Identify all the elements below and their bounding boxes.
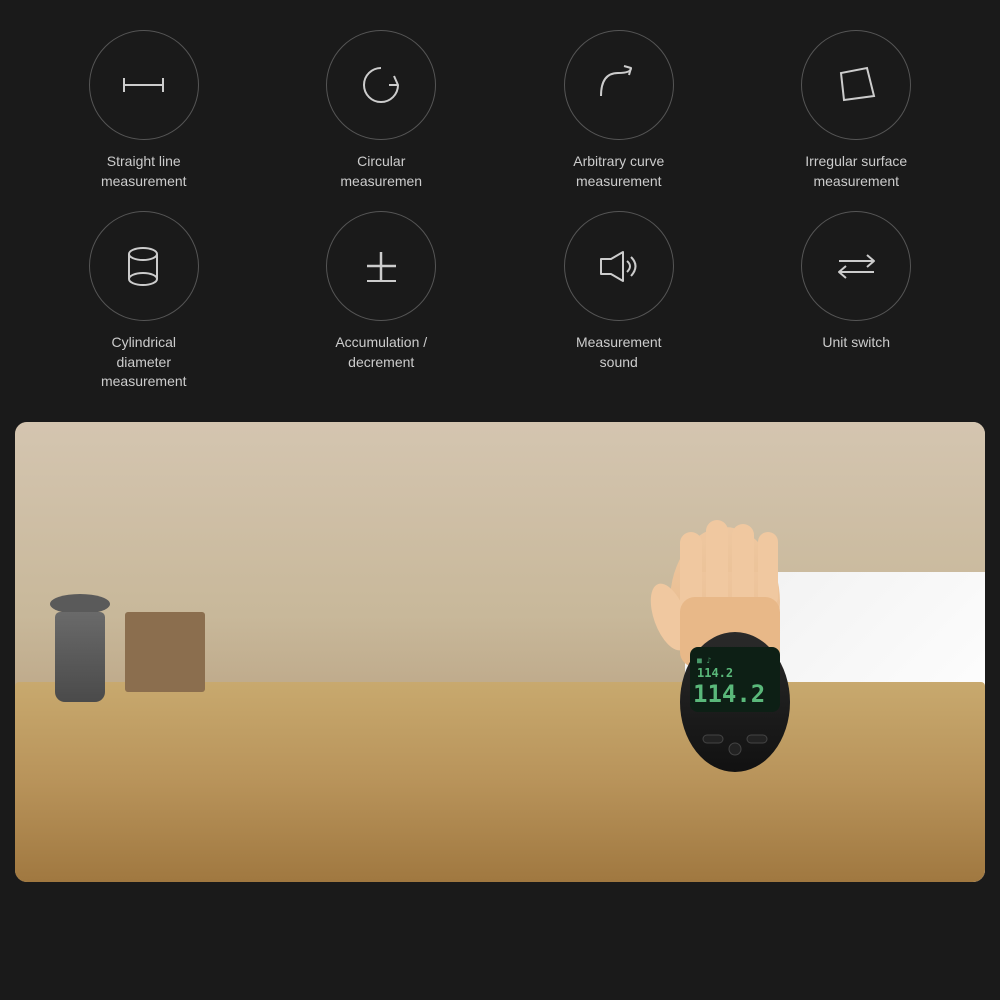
circular-icon: [354, 58, 409, 113]
svg-text:■ ♪: ■ ♪: [697, 656, 712, 665]
feature-unit-switch: Unit switch: [743, 211, 971, 392]
feature-irregular-surface: Irregular surfacemeasurement: [743, 30, 971, 191]
device-photo: ■ ♪ 114.2 114.2: [15, 422, 985, 882]
box-decoration: [125, 612, 205, 692]
vase-top: [50, 594, 110, 614]
measurement-sound-icon-circle: [564, 211, 674, 321]
features-row-1: Straight linemeasurement Circularmeasure…: [20, 30, 980, 191]
unit-switch-icon: [829, 239, 884, 294]
measurement-sound-label: Measurementsound: [576, 333, 662, 372]
irregular-surface-icon: [829, 58, 884, 113]
screen-value-small: 114.2: [697, 666, 733, 680]
feature-straight-line: Straight linemeasurement: [30, 30, 258, 191]
irregular-surface-icon-circle: [801, 30, 911, 140]
vase-body: [55, 612, 105, 702]
cylindrical-label: Cylindricaldiametermeasurement: [101, 333, 187, 392]
cylindrical-icon-circle: [89, 211, 199, 321]
measurement-sound-icon: [591, 239, 646, 294]
accumulation-icon: [354, 239, 409, 294]
arbitrary-curve-label: Arbitrary curvemeasurement: [573, 152, 664, 191]
feature-accumulation: Accumulation /decrement: [268, 211, 496, 392]
straight-line-icon-circle: [89, 30, 199, 140]
hand-device-svg: ■ ♪ 114.2 114.2: [525, 442, 905, 822]
feature-arbitrary-curve: Arbitrary curvemeasurement: [505, 30, 733, 191]
unit-switch-label: Unit switch: [822, 333, 890, 353]
top-section: Straight linemeasurement Circularmeasure…: [0, 0, 1000, 412]
accumulation-label: Accumulation /decrement: [335, 333, 427, 372]
circular-icon-circle: [326, 30, 436, 140]
screen-value-large: 114.2: [693, 680, 765, 708]
accumulation-icon-circle: [326, 211, 436, 321]
circular-label: Circularmeasuremen: [340, 152, 422, 191]
vase-decoration: [45, 582, 115, 702]
bottom-photo-section: ■ ♪ 114.2 114.2: [15, 422, 985, 882]
device-body: ■ ♪ 114.2 114.2: [680, 632, 790, 772]
features-row-2: Cylindricaldiametermeasurement Accumulat…: [20, 211, 980, 392]
straight-line-icon: [116, 58, 171, 113]
feature-cylindrical: Cylindricaldiametermeasurement: [30, 211, 258, 392]
arbitrary-curve-icon-circle: [564, 30, 674, 140]
arbitrary-curve-icon: [591, 58, 646, 113]
straight-line-label: Straight linemeasurement: [101, 152, 187, 191]
feature-measurement-sound: Measurementsound: [505, 211, 733, 392]
cylindrical-icon: [116, 239, 171, 294]
irregular-surface-label: Irregular surfacemeasurement: [805, 152, 907, 191]
unit-switch-icon-circle: [801, 211, 911, 321]
feature-circular: Circularmeasuremen: [268, 30, 496, 191]
